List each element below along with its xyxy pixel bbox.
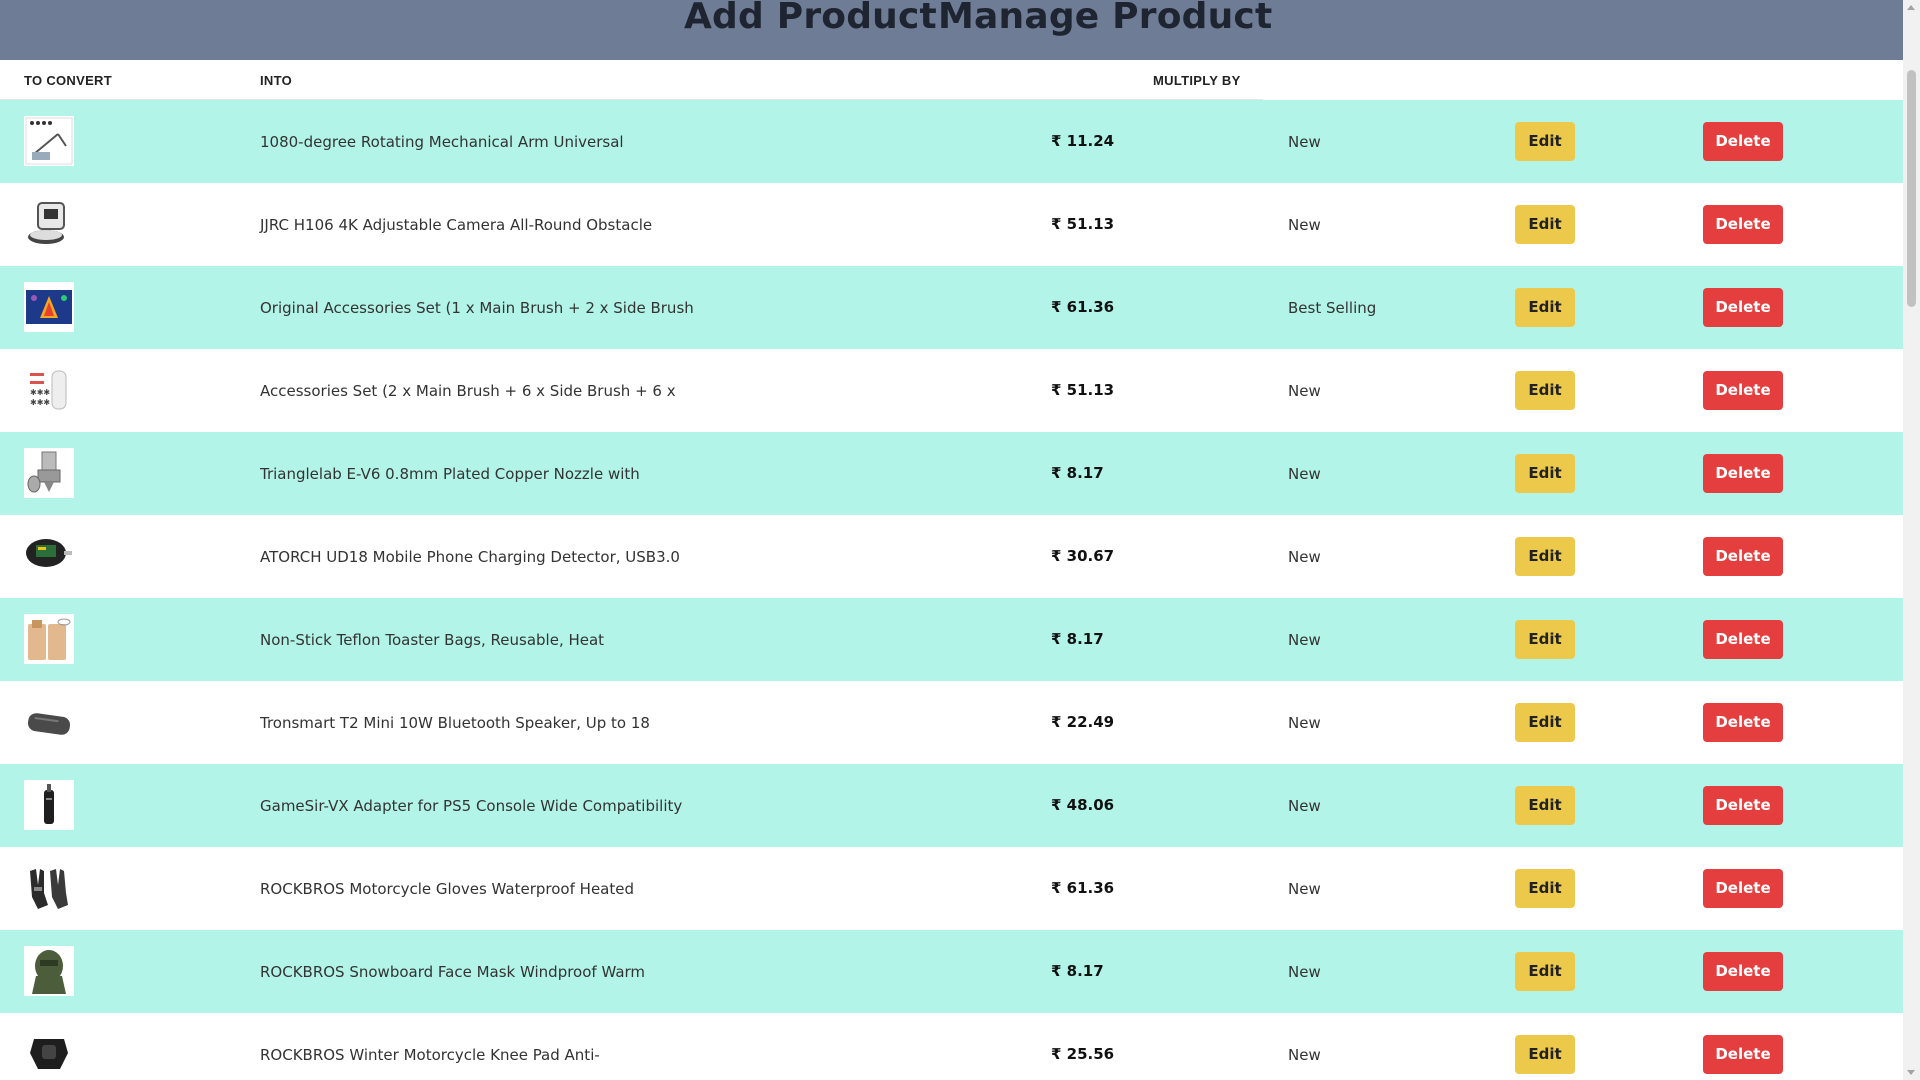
column-header-into: INTO xyxy=(260,73,293,88)
column-header-to-convert: TO CONVERT xyxy=(24,73,112,88)
product-name: Trianglelab E-V6 0.8mm Plated Copper Noz… xyxy=(260,465,640,483)
product-price: ₹ 30.67 xyxy=(1051,547,1115,565)
usb-detector-thumbnail xyxy=(24,531,74,581)
svg-text:✱✱✱: ✱✱✱ xyxy=(30,398,50,407)
face-mask-thumbnail xyxy=(24,946,74,996)
speaker-thumbnail xyxy=(24,697,74,747)
edit-button[interactable]: Edit xyxy=(1515,703,1575,742)
product-tag: New xyxy=(1288,216,1321,234)
scroll-down-arrow-icon[interactable] xyxy=(1907,1070,1915,1075)
table-row: JJRC H106 4K Adjustable Camera All-Round… xyxy=(0,183,1903,266)
delete-button[interactable]: Delete xyxy=(1703,786,1783,825)
table-row: ROCKBROS Winter Motorcycle Knee Pad Anti… xyxy=(0,1013,1903,1080)
delete-button[interactable]: Delete xyxy=(1703,288,1783,327)
adapter-thumbnail xyxy=(24,780,74,830)
delete-button[interactable]: Delete xyxy=(1703,205,1783,244)
edit-button[interactable]: Edit xyxy=(1515,952,1575,991)
product-price: ₹ 22.49 xyxy=(1051,713,1115,731)
delete-button[interactable]: Delete xyxy=(1703,703,1783,742)
product-tag: New xyxy=(1288,963,1321,981)
delete-button[interactable]: Delete xyxy=(1703,620,1783,659)
product-tag: New xyxy=(1288,797,1321,815)
product-name: Tronsmart T2 Mini 10W Bluetooth Speaker,… xyxy=(260,714,650,732)
table-header: TO CONVERT INTO MULTIPLY BY xyxy=(0,60,1903,100)
delete-button[interactable]: Delete xyxy=(1703,122,1783,161)
edit-button[interactable]: Edit xyxy=(1515,371,1575,410)
product-name: ROCKBROS Snowboard Face Mask Windproof W… xyxy=(260,963,646,981)
delete-button[interactable]: Delete xyxy=(1703,952,1783,991)
delete-button[interactable]: Delete xyxy=(1703,454,1783,493)
product-tag: New xyxy=(1288,133,1321,151)
product-price: ₹ 48.06 xyxy=(1051,796,1115,814)
column-header-multiply-by: MULTIPLY BY xyxy=(1153,73,1241,88)
edit-button[interactable]: Edit xyxy=(1515,537,1575,576)
product-name: Non-Stick Teflon Toaster Bags, Reusable,… xyxy=(260,631,605,649)
table-row: GameSir-VX Adapter for PS5 Console Wide … xyxy=(0,764,1903,847)
table-row: ✱✱✱ ✱✱✱ Accessories Set (2 x Main Brush … xyxy=(0,349,1903,432)
product-tag: New xyxy=(1288,382,1321,400)
product-tag: New xyxy=(1288,714,1321,732)
product-name: ATORCH UD18 Mobile Phone Charging Detect… xyxy=(260,548,680,566)
edit-button[interactable]: Edit xyxy=(1515,122,1575,161)
product-price: ₹ 25.56 xyxy=(1051,1045,1115,1063)
product-price: ₹ 8.17 xyxy=(1051,464,1104,482)
svg-text:✱✱✱: ✱✱✱ xyxy=(30,388,50,397)
edit-button[interactable]: Edit xyxy=(1515,454,1575,493)
product-price: ₹ 61.36 xyxy=(1051,879,1115,897)
product-tag: New xyxy=(1288,1046,1321,1064)
robot-vacuum-thumbnail xyxy=(24,199,74,249)
delete-button[interactable]: Delete xyxy=(1703,537,1783,576)
add-product-link[interactable]: Add Product xyxy=(684,0,937,37)
manage-product-page: Add Product Manage Product TO CONVERT IN… xyxy=(0,0,1903,1080)
manage-product-link[interactable]: Manage Product xyxy=(938,0,1272,37)
product-tag: Best Selling xyxy=(1288,299,1377,317)
product-name: ROCKBROS Motorcycle Gloves Waterproof He… xyxy=(260,880,634,898)
delete-button[interactable]: Delete xyxy=(1703,371,1783,410)
toaster-bags-thumbnail xyxy=(24,614,74,664)
delete-button[interactable]: Delete xyxy=(1703,869,1783,908)
product-price: ₹ 8.17 xyxy=(1051,962,1104,980)
edit-button[interactable]: Edit xyxy=(1515,205,1575,244)
edit-button[interactable]: Edit xyxy=(1515,1035,1575,1074)
product-tag: New xyxy=(1288,631,1321,649)
table-row: Tronsmart T2 Mini 10W Bluetooth Speaker,… xyxy=(0,681,1903,764)
product-price: ₹ 11.24 xyxy=(1051,132,1115,150)
edit-button[interactable]: Edit xyxy=(1515,786,1575,825)
gloves-thumbnail xyxy=(24,863,74,913)
product-price: ₹ 8.17 xyxy=(1051,630,1104,648)
product-name: Original Accessories Set (1 x Main Brush… xyxy=(260,299,694,317)
delete-button[interactable]: Delete xyxy=(1703,1035,1783,1074)
product-name: 1080-degree Rotating Mechanical Arm Univ… xyxy=(260,133,624,151)
table-row: Trianglelab E-V6 0.8mm Plated Copper Noz… xyxy=(0,432,1903,515)
product-tag: New xyxy=(1288,548,1321,566)
scroll-up-arrow-icon[interactable] xyxy=(1907,5,1915,10)
product-tag: New xyxy=(1288,880,1321,898)
product-name: JJRC H106 4K Adjustable Camera All-Round… xyxy=(260,216,653,234)
edit-button[interactable]: Edit xyxy=(1515,620,1575,659)
table-row: Non-Stick Teflon Toaster Bags, Reusable,… xyxy=(0,598,1903,681)
product-price: ₹ 61.36 xyxy=(1051,298,1115,316)
product-tag: New xyxy=(1288,465,1321,483)
nozzle-thumbnail xyxy=(24,448,74,498)
edit-button[interactable]: Edit xyxy=(1515,288,1575,327)
table-row: 1080-degree Rotating Mechanical Arm Univ… xyxy=(0,100,1903,183)
product-table-body: 1080-degree Rotating Mechanical Arm Univ… xyxy=(0,100,1903,1080)
table-row: ROCKBROS Snowboard Face Mask Windproof W… xyxy=(0,930,1903,1013)
product-name: Accessories Set (2 x Main Brush + 6 x Si… xyxy=(260,382,676,400)
vertical-scrollbar[interactable] xyxy=(1903,0,1920,1080)
product-name: GameSir-VX Adapter for PS5 Console Wide … xyxy=(260,797,683,815)
table-row: ROCKBROS Motorcycle Gloves Waterproof He… xyxy=(0,847,1903,930)
product-price: ₹ 51.13 xyxy=(1051,215,1115,233)
table-row: Original Accessories Set (1 x Main Brush… xyxy=(0,266,1903,349)
product-price: ₹ 51.13 xyxy=(1051,381,1115,399)
mechanical-arm-thumbnail xyxy=(24,116,74,166)
top-nav-bar: Add Product Manage Product xyxy=(0,0,1903,60)
edit-button[interactable]: Edit xyxy=(1515,869,1575,908)
knee-pad-thumbnail xyxy=(24,1029,74,1079)
product-name: ROCKBROS Winter Motorcycle Knee Pad Anti… xyxy=(260,1046,600,1064)
accessories-set-thumbnail xyxy=(24,282,74,332)
table-row: ATORCH UD18 Mobile Phone Charging Detect… xyxy=(0,515,1903,598)
scrollbar-thumb[interactable] xyxy=(1907,70,1916,307)
brush-set-thumbnail: ✱✱✱ ✱✱✱ xyxy=(24,365,74,415)
